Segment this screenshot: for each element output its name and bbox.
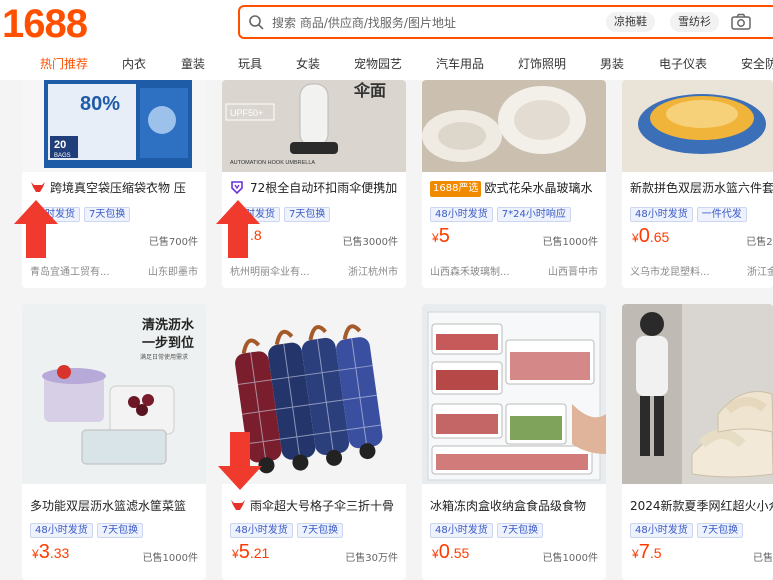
sold-count: 已售20 <box>746 237 773 248</box>
tag: 7天包换 <box>696 523 744 538</box>
product-title[interactable]: 雨伞超大号格子伞三折十骨 <box>250 497 400 514</box>
svg-text:满足日常使用需求: 满足日常使用需求 <box>140 353 188 361</box>
location: 山东即墨市 <box>148 267 198 278</box>
product-image <box>622 304 773 484</box>
nav-item-electronics[interactable]: 电子仪表 <box>659 55 707 72</box>
svg-text:BAGS: BAGS <box>54 153 71 159</box>
verified-badge-icon <box>231 181 243 194</box>
price: ¥0.65 <box>632 225 670 247</box>
product-image <box>622 80 773 172</box>
annotation-arrow-down-icon <box>218 432 262 490</box>
supplier-name[interactable]: 义乌市龙昆塑料... <box>630 263 710 278</box>
product-title[interactable]: 2024新款夏季网红超火小众 <box>630 497 773 514</box>
sold-count: 已售1000件 <box>142 553 198 564</box>
supplier-name[interactable]: 青岛宜通工贸有... <box>30 263 110 278</box>
tag: 48小时发货 <box>430 523 493 538</box>
camera-icon[interactable] <box>730 11 752 33</box>
price: ¥0.55 <box>432 541 470 563</box>
bull-logo-icon <box>31 182 45 192</box>
price: ¥3.33 <box>32 541 70 563</box>
product-card[interactable]: 冰箱冻肉盒收纳盒食品级食物 48小时发货 7天包换 ¥0.55 已售1000件 <box>422 304 606 580</box>
price: ¥5.21 <box>232 541 270 563</box>
supplier-name[interactable]: 山西森禾玻璃制... <box>430 263 510 278</box>
tag: 48小时发货 <box>630 207 693 222</box>
tag: 7天包换 <box>84 207 131 222</box>
product-title[interactable]: 新款拼色双层沥水篮六件套 <box>630 179 773 196</box>
tag: 48小时发货 <box>430 207 493 222</box>
nav-item-hot[interactable]: 热门推荐 <box>40 55 88 72</box>
nav-item-lighting[interactable]: 灯饰照明 <box>518 55 566 72</box>
svg-text:20: 20 <box>54 139 66 151</box>
tag: 一件代发 <box>696 207 747 222</box>
location: 浙江金 <box>747 267 773 278</box>
price: ¥7.5 <box>632 541 662 563</box>
nav-item-underwear[interactable]: 内衣 <box>122 55 146 72</box>
header: 1688 搜索 商品/供应商/找服务/图片地址 凉拖鞋 雪纺衫 <box>0 0 773 46</box>
tag: 7天包换 <box>284 207 331 222</box>
tag: 7天包换 <box>496 523 544 538</box>
nav-item-kids[interactable]: 童装 <box>181 55 205 72</box>
product-title[interactable]: 冰箱冻肉盒收纳盒食品级食物 <box>430 497 606 514</box>
svg-text:伞面: 伞面 <box>353 81 386 100</box>
tag: 7*24小时响应 <box>496 207 571 222</box>
nav-item-women[interactable]: 女装 <box>296 55 320 72</box>
badge-1688-select: 1688严选 <box>430 181 482 197</box>
supplier-name[interactable]: 杭州明丽伞业有... <box>230 263 310 278</box>
annotation-arrow-up-icon <box>14 200 58 258</box>
product-image <box>422 80 606 172</box>
nav-item-safety[interactable]: 安全防 <box>741 55 773 72</box>
annotation-arrow-up-icon <box>216 200 260 258</box>
location: 浙江杭州市 <box>348 267 398 278</box>
sold-count: 已售3000件 <box>342 237 398 248</box>
location: 山西晋中市 <box>548 267 598 278</box>
product-image <box>422 304 606 484</box>
nav-item-toys[interactable]: 玩具 <box>238 55 262 72</box>
product-card[interactable]: 1688严选 欧式花朵水晶玻璃水 48小时发货 7*24小时响应 ¥5 已售1000… <box>422 80 606 288</box>
svg-text:清洗沥水: 清洗沥水 <box>142 317 195 333</box>
product-title[interactable]: 72根全自动环扣雨伞便携加 <box>250 179 400 196</box>
svg-text:AUTOMATION HOOK UMBRELLA: AUTOMATION HOOK UMBRELLA <box>230 160 315 166</box>
sold-count: 已售1000件 <box>542 553 598 564</box>
tag: 7天包换 <box>96 523 144 538</box>
sold-count: 已售 <box>753 553 773 564</box>
sold-count: 已售700件 <box>148 237 198 248</box>
product-image: 清洗沥水 一步到位 满足日常使用需求 <box>22 304 206 484</box>
product-title[interactable]: 跨境真空袋压缩袋衣物 压 <box>50 179 200 196</box>
search-input[interactable]: 搜索 商品/供应商/找服务/图片地址 <box>272 14 456 31</box>
tag: 48小时发货 <box>630 523 693 538</box>
category-nav: 热门推荐 内衣 童装 玩具 女装 宠物园艺 汽车用品 灯饰照明 男装 电子仪表 … <box>0 46 773 80</box>
search-chip-2[interactable]: 雪纺衫 <box>670 12 719 32</box>
tag: 7天包换 <box>296 523 344 538</box>
product-card[interactable]: 2024新款夏季网红超火小众 48小时发货 7天包换 ¥7.5 已售 <box>622 304 773 580</box>
logo[interactable]: 1688 <box>2 2 88 46</box>
product-card[interactable]: 新款拼色双层沥水篮六件套 48小时发货一件代发 ¥0.65 已售20 义乌市龙昆… <box>622 80 773 288</box>
tag: 48小时发货 <box>230 523 293 538</box>
svg-text:80%: 80% <box>80 93 120 115</box>
search-chip-1[interactable]: 凉拖鞋 <box>606 12 655 32</box>
sold-count: 已售1000件 <box>542 237 598 248</box>
search-icon <box>249 15 264 30</box>
svg-text:一步到位: 一步到位 <box>142 335 194 351</box>
sold-count: 已售30万件 <box>345 553 398 564</box>
tag: 48小时发货 <box>30 523 93 538</box>
nav-item-auto[interactable]: 汽车用品 <box>436 55 484 72</box>
nav-item-pets[interactable]: 宠物园艺 <box>354 55 402 72</box>
product-title[interactable]: 1688严选 欧式花朵水晶玻璃水 <box>430 179 606 197</box>
product-card[interactable]: 清洗沥水 一步到位 满足日常使用需求 多功能双层沥水篮滤水筐菜篮 48小时发货 7… <box>22 304 206 580</box>
search-bar[interactable]: 搜索 商品/供应商/找服务/图片地址 凉拖鞋 雪纺衫 <box>238 5 773 39</box>
svg-text:UPF50+: UPF50+ <box>230 108 263 118</box>
nav-item-men[interactable]: 男装 <box>600 55 624 72</box>
price: ¥5 <box>432 225 450 247</box>
bull-logo-icon <box>231 500 245 510</box>
product-image: 80% 20 BAGS <box>22 80 206 172</box>
product-image: UPF50+ 伞面 AUTOMATION HOOK UMBRELLA <box>222 80 406 172</box>
product-title[interactable]: 多功能双层沥水篮滤水筐菜篮 <box>30 497 206 514</box>
